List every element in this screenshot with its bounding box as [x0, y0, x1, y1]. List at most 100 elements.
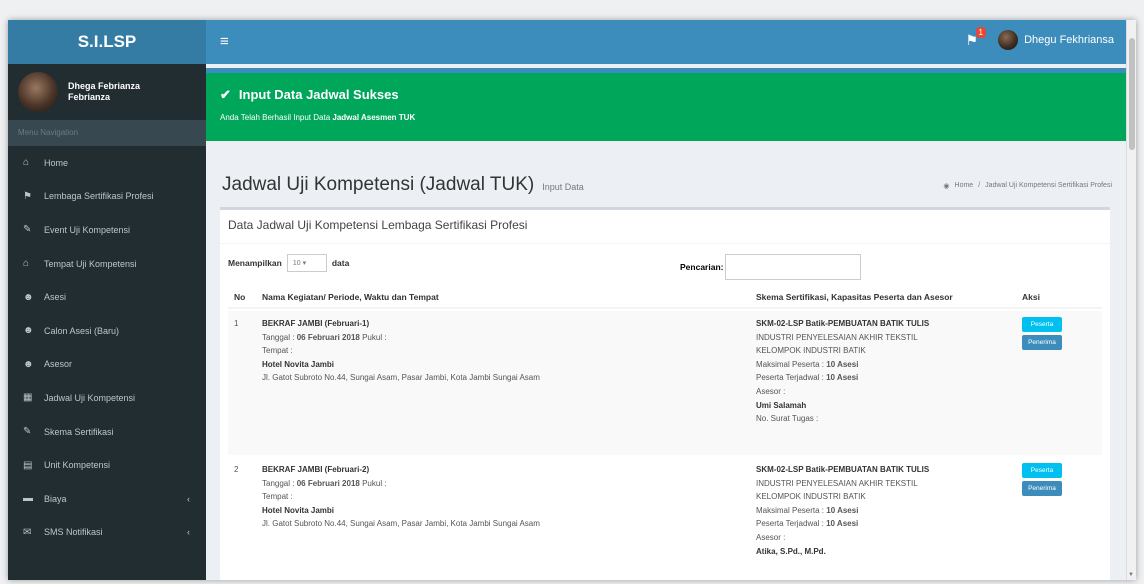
navbar: ≡ ⚑ 1 Dhegu Fekhriansa	[206, 20, 1126, 64]
place-name: Hotel Novita Jambi	[262, 359, 335, 369]
box-title: Data Jadwal Uji Kompetensi Lembaga Serti…	[220, 210, 1110, 244]
sidebar: Dhega Febrianza Febrianza Menu Navigatio…	[8, 64, 206, 580]
app-logo[interactable]: S.I.LSP	[8, 20, 206, 64]
event-date: Tanggal : 06 Februari 2018 Pukul :	[262, 477, 732, 491]
user-menu-name: Dhegu Fekhriansa	[1024, 34, 1114, 46]
participants-button[interactable]: Peserta	[1022, 317, 1062, 332]
search-control: Pencarian:	[680, 254, 862, 280]
page-subtitle: Input Data	[542, 182, 584, 192]
sidebar-item-label: Skema Sertifikasi	[44, 426, 114, 437]
sidebar-item[interactable]: ▬ Biaya ‹	[8, 482, 206, 516]
col-no[interactable]: No	[234, 292, 245, 302]
institution-icon: ⌂	[23, 258, 30, 270]
time-label: Pukul :	[359, 478, 387, 488]
sidebar-item[interactable]: ⌂ Tempat Uji Kompetensi	[8, 247, 206, 281]
sidebar-item[interactable]: ✉ SMS Notifikasi ‹	[8, 516, 206, 550]
cell-kegiatan: BEKRAF JAMBI (Februari-1) Tanggal : 06 Fe…	[262, 317, 732, 385]
show-label: Menampilkan	[228, 258, 282, 268]
flag-icon: ⚑	[23, 190, 32, 202]
col-aksi: Aksi	[1022, 292, 1040, 302]
avatar	[998, 30, 1019, 50]
sidebar-item[interactable]: ☻ Calon Asesi (Baru)	[8, 314, 206, 348]
cell-aksi: Peserta Penerima	[1022, 463, 1062, 499]
length-control: Menampilkan 10 ▾ data	[228, 254, 349, 272]
users-icon: ☻	[23, 291, 34, 303]
app-window: S.I.LSP ≡ ⚑ 1 Dhegu Fekhriansa Dhega Feb…	[8, 20, 1136, 580]
assessor-name: Atika, S.Pd., M.Pd.	[756, 546, 826, 556]
scroll-down-arrow[interactable]: ▼	[1128, 572, 1134, 578]
place-name: Hotel Novita Jambi	[262, 505, 335, 515]
sidebar-menu: ⌂ Home ⚑ Lembaga Sertifikasi Profesi ✎ Event …	[8, 146, 206, 549]
table-header: No Nama Kegiatan/ Periode, Waktu dan Tem…	[228, 287, 1102, 309]
success-alert: ✔ Input Data Jadwal Sukses Anda Telah Ber…	[206, 68, 1126, 141]
date-value: 06 Februari 2018	[296, 478, 360, 488]
sidebar-item-label: Unit Kompetensi	[44, 460, 111, 471]
user-panel: Dhega Febrianza Febrianza	[8, 64, 206, 120]
sidebar-item[interactable]: ⚑ Lembaga Sertifikasi Profesi	[8, 180, 206, 214]
sidebar-item[interactable]: ☻ Asesor	[8, 348, 206, 382]
cell-skema: SKM-02-LSP Batik-PEMBUATAN BATIK TULIS IN…	[756, 463, 1006, 558]
participants-button[interactable]: Peserta	[1022, 463, 1062, 478]
sidebar-item[interactable]: ⌂ Home	[8, 146, 206, 180]
sidebar-item-label: SMS Notifikasi	[44, 527, 103, 538]
sidebar-item-label: Biaya	[44, 493, 67, 504]
sidebar-item[interactable]: ▦ Jadwal Uji Kompetensi	[8, 381, 206, 415]
time-label: Pukul :	[359, 332, 387, 342]
sidebar-item-label: Lembaga Sertifikasi Profesi	[44, 191, 154, 202]
bars-icon[interactable]: ≡	[220, 33, 229, 50]
place-address: Jl. Gatot Subroto No.44, Sungai Asam, Pa…	[262, 373, 540, 383]
breadcrumb-separator: /	[978, 182, 981, 189]
scrollbar-thumb[interactable]	[1129, 38, 1135, 150]
envelope-icon: ✉	[23, 526, 32, 538]
cell-kegiatan: BEKRAF JAMBI (Februari-2) Tanggal : 06 Fe…	[262, 463, 732, 531]
sidebar-search[interactable]: Menu Navigation	[8, 120, 206, 146]
sidebar-item[interactable]: ☻ Asesi	[8, 280, 206, 314]
place-address: Jl. Gatot Subroto No.44, Sungai Asam, Pa…	[262, 519, 540, 529]
home-icon: ⌂	[23, 157, 30, 169]
cell-aksi: Peserta Penerima	[1022, 317, 1062, 353]
dashboard-icon: ◉	[943, 183, 950, 190]
max-participants: Maksimal Peserta : 10 Asesi	[756, 504, 1006, 518]
sidebar-item-label: Calon Asesi (Baru)	[44, 325, 120, 336]
assessor-label: Asesor :	[756, 532, 786, 542]
edit-icon: ✎	[23, 224, 32, 236]
alert-message-bold: Jadwal Asesmen TUK	[332, 113, 416, 122]
scheme-desc: INDUSTRI PENYELESAIAN AKHIR TEKSTIL	[756, 478, 918, 488]
event-date: Tanggal : 06 Februari 2018 Pukul :	[262, 331, 732, 345]
page-length-select[interactable]: 10 ▾	[286, 254, 327, 272]
sidebar-item[interactable]: ✎ Event Uji Kompetensi	[8, 213, 206, 247]
max-participants: Maksimal Peserta : 10 Asesi	[756, 358, 1006, 372]
main-content: ✔ Input Data Jadwal Sukses Anda Telah Ber…	[206, 64, 1126, 580]
recipients-button[interactable]: Penerima	[1022, 335, 1062, 350]
table-row: 1 BEKRAF JAMBI (Februari-1) Tanggal : 06 F…	[228, 311, 1102, 455]
scheme-group: KELOMPOK INDUSTRI BATIK	[756, 346, 866, 356]
col-kegiatan[interactable]: Nama Kegiatan/ Periode, Waktu dan Tempat	[262, 292, 439, 302]
scheduled-value: 10 Asesi	[826, 373, 859, 383]
max-value: 10 Asesi	[826, 359, 859, 369]
col-skema[interactable]: Skema Sertifikasi, Kapasitas Peserta dan…	[756, 292, 953, 302]
event-name: BEKRAF JAMBI (Februari-2)	[262, 465, 370, 474]
sidebar-item-label: Event Uji Kompetensi	[44, 224, 131, 235]
recipients-button[interactable]: Penerima	[1022, 481, 1062, 496]
scrollbar[interactable]: ▼	[1126, 20, 1136, 580]
search-input[interactable]	[725, 254, 862, 280]
page-header: Jadwal Uji Kompetensi (Jadwal TUK) Input…	[222, 174, 584, 196]
check-icon: ✔	[220, 87, 231, 102]
user-menu[interactable]: Dhegu Fekhriansa	[998, 30, 1114, 50]
cell-no: 1	[234, 319, 239, 328]
data-box: Data Jadwal Uji Kompetensi Lembaga Serti…	[220, 207, 1110, 580]
sidebar-item[interactable]: ✎ Skema Sertifikasi	[8, 415, 206, 449]
scheme-name: SKM-02-LSP Batik-PEMBUATAN BATIK TULIS	[756, 465, 930, 474]
sidebar-item[interactable]: ▤ Unit Kompetensi	[8, 448, 206, 482]
top-header: S.I.LSP ≡ ⚑ 1 Dhegu Fekhriansa	[8, 20, 1126, 64]
alert-message-text: Anda Telah Berhasil Input Data	[220, 113, 333, 122]
breadcrumb: ◉ Home / Jadwal Uji Kompetensi Sertifika…	[943, 182, 1112, 190]
notification-button[interactable]: ⚑ 1	[965, 27, 986, 49]
scheme-name: SKM-02-LSP Batik-PEMBUATAN BATIK TULIS	[756, 319, 930, 328]
date-value: 06 Februari 2018	[296, 332, 360, 342]
date-label: Tanggal :	[262, 332, 297, 342]
breadcrumb-home[interactable]: Home	[955, 182, 974, 190]
show-suffix: data	[331, 258, 350, 268]
sidebar-item-label: Asesor	[44, 359, 73, 370]
alert-title: ✔ Input Data Jadwal Sukses	[220, 87, 1112, 103]
